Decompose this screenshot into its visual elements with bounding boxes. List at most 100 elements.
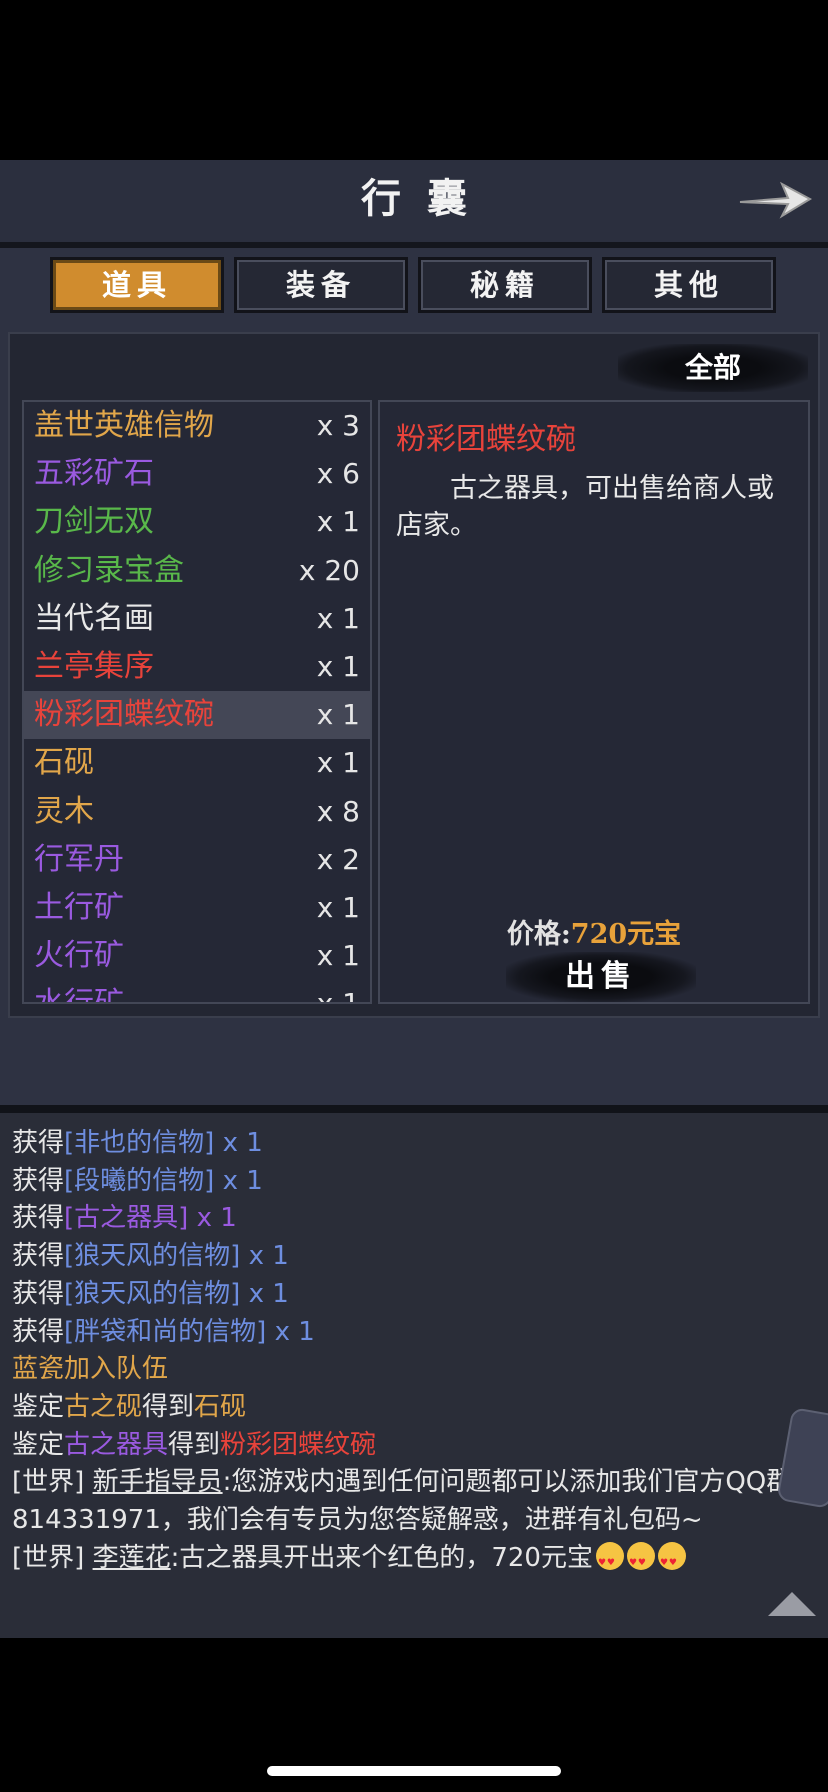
price: 价格:720元宝	[380, 912, 808, 951]
item-row[interactable]: 修习录宝盒 x 20	[24, 547, 370, 595]
item-row[interactable]: 刀剑无双 x 1	[24, 498, 370, 546]
chat-line	[12, 1113, 820, 1125]
chat-item[interactable]: [狼天风的信物]	[64, 1241, 240, 1271]
star-eyes-emoji-icon	[657, 1541, 686, 1582]
chat-text: 鉴定	[12, 1391, 65, 1422]
item-name: 盖世英雄信物	[34, 408, 214, 443]
page-title: 行囊	[361, 175, 493, 222]
chat-item[interactable]: [狼天风的信物]	[64, 1279, 240, 1309]
chat-item[interactable]: [胖袋和尚的信物]	[64, 1317, 266, 1347]
chat-text: 鉴定	[12, 1429, 65, 1460]
chat-item[interactable]: 古之砚	[64, 1392, 142, 1422]
chat-item[interactable]: 粉彩团蝶纹碗	[220, 1430, 376, 1460]
chat-channel: [世界]	[12, 1542, 85, 1573]
item-row[interactable]: 火行矿 x 1	[24, 932, 370, 980]
item-row[interactable]: 灵木 x 8	[24, 788, 370, 836]
home-indicator[interactable]	[267, 1766, 561, 1776]
item-qty: x 1	[316, 890, 360, 924]
chat-channel: [世界]	[12, 1467, 85, 1498]
chat-qty: x 1	[240, 1241, 289, 1272]
item-name: 五彩矿石	[34, 456, 154, 492]
item-qty: x 20	[298, 553, 360, 587]
chat-qty: x 1	[240, 1278, 289, 1309]
content-box: 全部 盖世英雄信物 x 3 五彩矿石 x 6 刀剑无双 x 1 修习录宝盒 x 20 当代名画 x…	[8, 332, 820, 1018]
item-qty: x 1	[316, 505, 360, 539]
chat-username[interactable]: 李莲花	[93, 1543, 171, 1573]
tab-equipment[interactable]: 装备	[234, 257, 408, 313]
chat-item[interactable]: [非也的信物]	[64, 1128, 214, 1158]
item-name: 当代名画	[34, 600, 154, 636]
chat-text: 得到	[142, 1391, 195, 1422]
chat-line: 获得[狼天风的信物] x 1	[12, 1276, 820, 1314]
item-qty: x 1	[316, 601, 360, 635]
chat-item[interactable]: 石砚	[194, 1392, 246, 1422]
item-row[interactable]: 行军丹 x 2	[24, 836, 370, 884]
star-eyes-emoji-icon	[595, 1541, 624, 1582]
chat-text: 获得	[12, 1165, 65, 1196]
item-qty: x 1	[316, 649, 360, 683]
item-name: 兰亭集序	[34, 648, 154, 684]
tab-manuals[interactable]: 秘籍	[418, 257, 592, 313]
chat-line: [世界] 新手指导员:您游戏内遇到任何问题都可以添加我们官方QQ群：814331…	[12, 1464, 820, 1539]
chat-line: 获得[胖袋和尚的信物] x 1	[12, 1314, 820, 1352]
chat-text: 获得	[12, 1316, 65, 1347]
chat-text: 获得	[12, 1128, 65, 1158]
item-name: 土行矿	[34, 889, 124, 925]
chat-line: 获得[古之器具] x 1	[12, 1200, 820, 1238]
chat-line: 蓝瓷加入队伍	[12, 1354, 169, 1385]
item-name: 修习录宝盒	[34, 552, 184, 588]
back-arrow-icon[interactable]	[736, 172, 814, 226]
item-list[interactable]: 盖世英雄信物 x 3 五彩矿石 x 6 刀剑无双 x 1 修习录宝盒 x 20 当代名画 x 1兰…	[22, 400, 372, 1004]
item-row[interactable]: 石砚 x 1	[24, 739, 370, 787]
item-name: 水行矿	[34, 986, 124, 1004]
detail-description: 古之器具，可出售给商人或店家。	[396, 473, 774, 541]
chat-log[interactable]: 获得[非也的信物] x 1 获得[段曦的信物] x 1 获得[古之器具] x 1…	[0, 1105, 828, 1638]
scroll-up-icon[interactable]	[768, 1592, 816, 1616]
chat-item[interactable]: [古之器具]	[64, 1203, 188, 1233]
chat-text: 获得	[12, 1278, 65, 1309]
star-eyes-emoji-icon	[626, 1541, 655, 1582]
item-row[interactable]: 盖世英雄信物 x 3	[24, 402, 370, 450]
chat-qty: x 1	[214, 1128, 263, 1158]
item-row[interactable]: 当代名画 x 1	[24, 595, 370, 643]
price-label: 价格:	[506, 919, 571, 950]
chat-line: 鉴定古之砚得到石砚	[12, 1389, 820, 1427]
item-row[interactable]: 五彩矿石 x 6	[24, 450, 370, 498]
item-qty: x 6	[316, 457, 360, 491]
chat-item[interactable]: 古之器具	[64, 1430, 168, 1460]
item-qty: x 8	[316, 794, 360, 828]
item-row[interactable]: 兰亭集序 x 1	[24, 643, 370, 691]
item-name: 灵木	[34, 793, 94, 829]
tab-bar: 道具 装备 秘籍 其他	[50, 257, 780, 317]
item-name: 粉彩团蝶纹碗	[34, 697, 214, 733]
chat-line: 鉴定古之器具得到粉彩团蝶纹碗	[12, 1427, 820, 1465]
chat-username[interactable]: 新手指导员	[93, 1467, 223, 1497]
chat-qty: x 1	[266, 1316, 315, 1347]
item-detail: 粉彩团蝶纹碗 古之器具，可出售给商人或店家。 价格:720元宝 出售	[378, 400, 810, 1004]
item-row[interactable]: 粉彩团蝶纹碗 x 1	[24, 691, 370, 740]
item-qty: x 1	[316, 939, 360, 973]
chat-message: :古之器具开出来个红色的，720元宝	[170, 1542, 593, 1573]
chat-line: 获得[段曦的信物] x 1	[12, 1163, 820, 1201]
item-qty: x 3	[316, 409, 360, 442]
item-row[interactable]: 土行矿 x 1	[24, 884, 370, 932]
item-qty: x 1	[316, 746, 360, 780]
chat-item[interactable]: [段曦的信物]	[64, 1166, 214, 1196]
price-value: 720元宝	[570, 919, 682, 950]
item-name: 火行矿	[34, 938, 124, 974]
item-name: 石砚	[34, 745, 94, 781]
chat-line: [世界] 李莲花:古之器具开出来个红色的，720元宝	[12, 1540, 820, 1582]
filter-dropdown[interactable]: 全部	[618, 344, 808, 392]
chat-text: 获得	[12, 1241, 65, 1272]
chat-line: 获得[非也的信物] x 1	[12, 1125, 820, 1163]
sell-button[interactable]: 出售	[506, 952, 696, 1002]
inventory-panel: 行囊 道具 装备 秘籍 其他 全部 盖世英雄信物 x 3 五彩矿石 x 6 刀剑无双 x …	[0, 160, 828, 1112]
item-qty: x 1	[316, 698, 360, 732]
item-row[interactable]: 水行矿 x 1	[24, 980, 370, 1004]
item-name: 刀剑无双	[34, 504, 154, 540]
tab-other[interactable]: 其他	[602, 257, 776, 313]
detail-item-name: 粉彩团蝶纹碗	[396, 422, 576, 457]
tab-items[interactable]: 道具	[50, 257, 224, 313]
chat-qty: x 1	[214, 1165, 263, 1196]
item-qty: x 2	[316, 842, 360, 876]
